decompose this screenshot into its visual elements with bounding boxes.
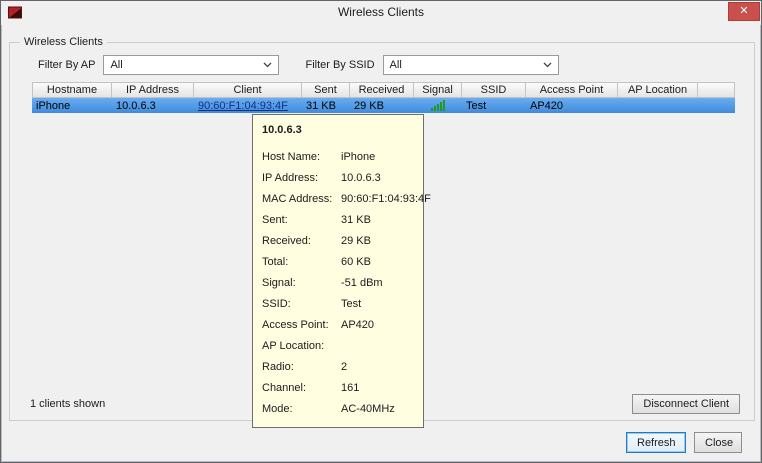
filter-by-ssid-select[interactable]: All (383, 55, 559, 75)
column-header-sent[interactable]: Sent (302, 82, 350, 98)
titlebar[interactable]: Wireless Clients ✕ (1, 1, 761, 25)
tooltip-row: Host Name:iPhone (262, 146, 419, 167)
groupbox-title: Wireless Clients (20, 36, 107, 48)
column-header-filler (698, 82, 735, 98)
tooltip-label: SSID: (262, 298, 341, 310)
column-header-ip-address[interactable]: IP Address (112, 82, 194, 98)
tooltip-label: Total: (262, 256, 341, 268)
clients-table: Hostname IP Address Client Sent Received… (32, 82, 735, 113)
tooltip-label: IP Address: (262, 172, 341, 184)
tooltip-row: Access Point:AP420 (262, 314, 419, 335)
filter-row: Filter By AP All Filter By SSID All (38, 55, 559, 75)
tooltip-row: Radio:2 (262, 356, 419, 377)
filter-by-ssid-value: All (390, 59, 402, 71)
table-row[interactable]: iPhone 10.0.6.3 90:60:F1:04:93:4F 31 KB … (32, 98, 735, 113)
tooltip-row: Mode:AC-40MHz (262, 398, 419, 419)
tooltip-row: MAC Address:90:60:F1:04:93:4F (262, 188, 419, 209)
tooltip-label: Host Name: (262, 151, 341, 163)
cell-signal (414, 98, 462, 113)
cell-ip-address: 10.0.6.3 (112, 98, 194, 113)
tooltip-value: Test (341, 298, 361, 310)
tooltip-row: Received:29 KB (262, 230, 419, 251)
tooltip-value: 29 KB (341, 235, 371, 247)
column-header-client[interactable]: Client (194, 82, 302, 98)
tooltip-label: Channel: (262, 382, 341, 394)
tooltip-value: -51 dBm (341, 277, 383, 289)
tooltip-label: MAC Address: (262, 193, 341, 205)
close-dialog-button[interactable]: Close (694, 432, 742, 453)
tooltip-label: Access Point: (262, 319, 341, 331)
tooltip-label: Sent: (262, 214, 341, 226)
wireless-clients-groupbox: Wireless Clients Filter By AP All Filter… (9, 42, 755, 421)
column-header-ssid[interactable]: SSID (462, 82, 526, 98)
filter-by-ap-select[interactable]: All (103, 55, 279, 75)
tooltip-label: AP Location: (262, 340, 341, 352)
cell-client: 90:60:F1:04:93:4F (194, 98, 302, 113)
column-header-ap-location[interactable]: AP Location (618, 82, 698, 98)
close-button[interactable]: ✕ (728, 2, 760, 21)
close-icon: ✕ (739, 5, 748, 17)
column-header-access-point[interactable]: Access Point (526, 82, 618, 98)
cell-ap-location (618, 98, 698, 113)
tooltip-row: AP Location: (262, 335, 419, 356)
tooltip-row: SSID:Test (262, 293, 419, 314)
chevron-down-icon (543, 59, 552, 71)
client-mac-link[interactable]: 90:60:F1:04:93:4F (198, 100, 288, 112)
cell-filler (698, 98, 735, 113)
cell-sent: 31 KB (302, 98, 350, 113)
signal-bars-icon (431, 100, 445, 111)
dialog-buttons: Refresh Close (626, 432, 742, 453)
tooltip-value: 90:60:F1:04:93:4F (341, 193, 431, 205)
tooltip-row: Channel:161 (262, 377, 419, 398)
column-header-hostname[interactable]: Hostname (32, 82, 112, 98)
tooltip-value: 2 (341, 361, 347, 373)
wireless-clients-window: Wireless Clients ✕ Wireless Clients Filt… (0, 0, 762, 463)
tooltip-value: 10.0.6.3 (341, 172, 381, 184)
cell-hostname: iPhone (32, 98, 112, 113)
tooltip-row: Total:60 KB (262, 251, 419, 272)
tooltip-value: AC-40MHz (341, 403, 395, 415)
tooltip-label: Received: (262, 235, 341, 247)
tooltip-row: Signal:-51 dBm (262, 272, 419, 293)
column-header-signal[interactable]: Signal (414, 82, 462, 98)
tooltip-row: Sent:31 KB (262, 209, 419, 230)
chevron-down-icon (263, 59, 272, 71)
tooltip-row: IP Address:10.0.6.3 (262, 167, 419, 188)
cell-received: 29 KB (350, 98, 414, 113)
tooltip-label: Mode: (262, 403, 341, 415)
window-title: Wireless Clients (1, 5, 761, 19)
refresh-button[interactable]: Refresh (626, 432, 686, 453)
tooltip-value: iPhone (341, 151, 375, 163)
tooltip-label: Signal: (262, 277, 341, 289)
status-text: 1 clients shown (30, 398, 105, 410)
tooltip-value: 31 KB (341, 214, 371, 226)
table-header: Hostname IP Address Client Sent Received… (32, 82, 735, 98)
cell-ssid: Test (462, 98, 526, 113)
tooltip-value: AP420 (341, 319, 374, 331)
client-details-tooltip: 10.0.6.3 Host Name:iPhone IP Address:10.… (252, 114, 424, 428)
disconnect-client-button[interactable]: Disconnect Client (632, 394, 740, 414)
tooltip-value: 60 KB (341, 256, 371, 268)
tooltip-title: 10.0.6.3 (262, 124, 419, 136)
filter-by-ap-label: Filter By AP (38, 59, 95, 71)
tooltip-value: 161 (341, 382, 359, 394)
column-header-received[interactable]: Received (350, 82, 414, 98)
filter-by-ap-value: All (110, 59, 122, 71)
tooltip-label: Radio: (262, 361, 341, 373)
filter-by-ssid-label: Filter By SSID (305, 59, 374, 71)
cell-access-point: AP420 (526, 98, 618, 113)
